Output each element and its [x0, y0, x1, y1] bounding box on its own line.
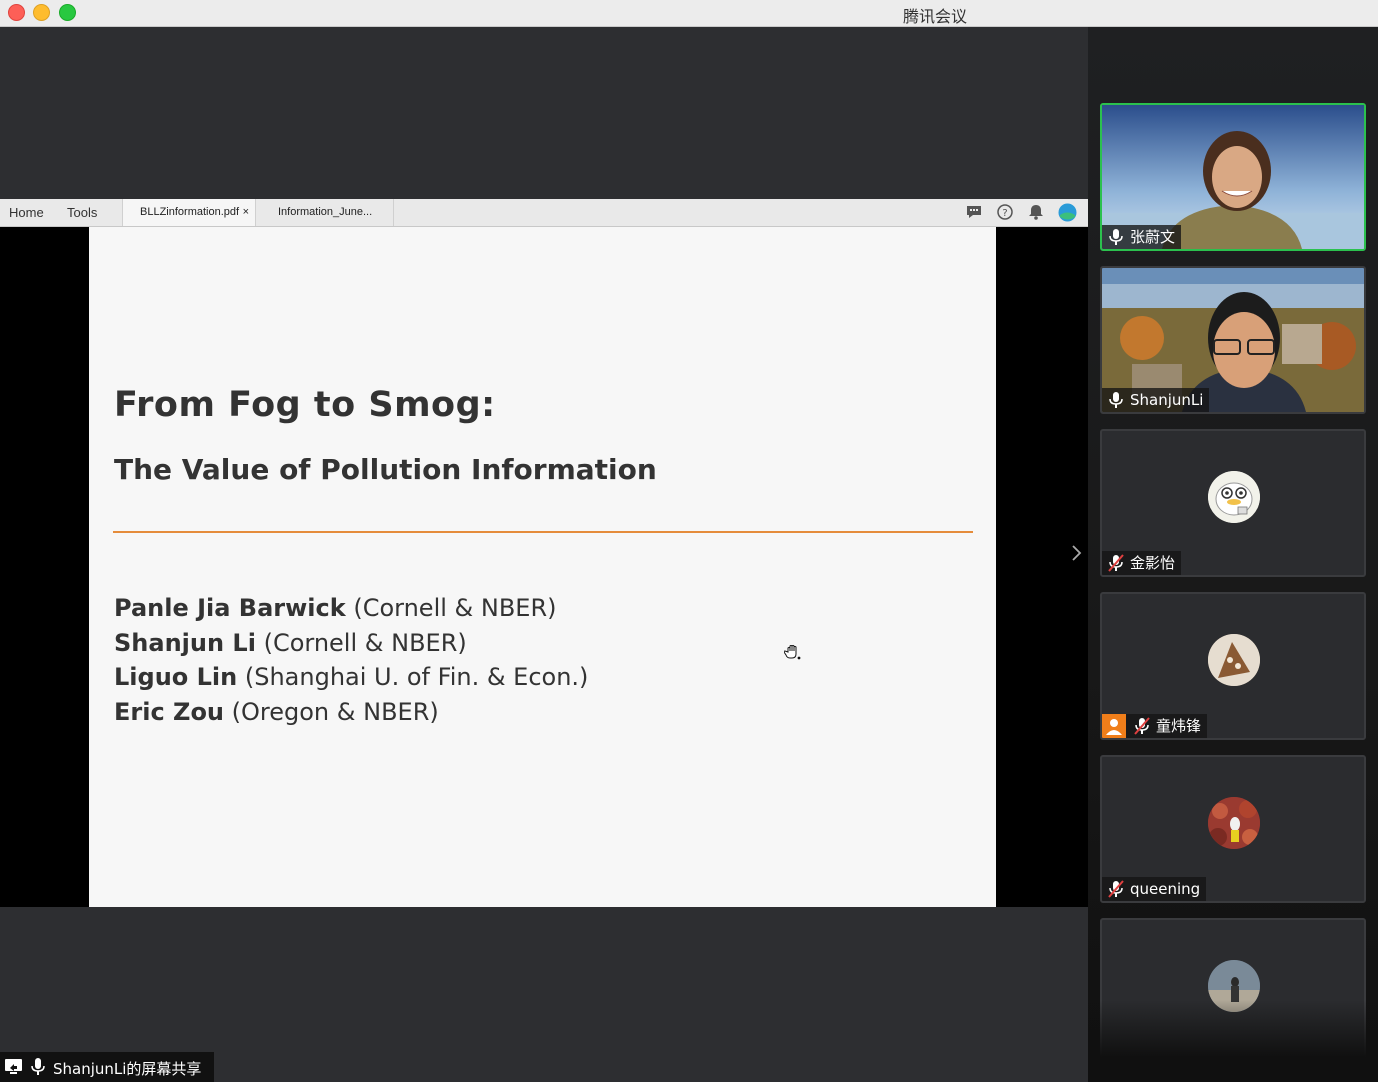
close-tab-icon[interactable]: ×	[243, 199, 249, 226]
participant-name: 童炜锋	[1156, 717, 1202, 735]
participant-name-bar: 张蔚文	[1102, 225, 1182, 249]
microphone-icon	[31, 1058, 45, 1075]
participant-video-tile[interactable]: 张蔚文	[1100, 103, 1366, 251]
acrobat-home-tab[interactable]: Home	[9, 205, 44, 220]
author-line: Shanjun Li (Cornell & NBER)	[114, 628, 467, 657]
cartoon-duck-avatar-icon	[1208, 471, 1260, 523]
host-badge-icon	[1102, 714, 1126, 738]
notification-bell-icon[interactable]	[1027, 203, 1045, 221]
participant-video-tile[interactable]: 童炜锋	[1100, 592, 1366, 740]
presentation-slide: From Fog to Smog: The Value of Pollution…	[89, 227, 996, 907]
participant-name-bar: 童炜锋	[1102, 714, 1208, 738]
account-avatar-icon[interactable]	[1058, 203, 1077, 222]
svg-text:?: ?	[1002, 208, 1007, 219]
participant-name-bar: queening	[1102, 877, 1207, 901]
participant-video-tile[interactable]: 金影怡	[1100, 429, 1366, 577]
slide-subtitle: The Value of Pollution Information	[114, 453, 657, 486]
slide-title: From Fog to Smog:	[114, 385, 496, 425]
screen-share-status[interactable]: ShanjunLi的屏幕共享	[0, 1052, 214, 1082]
avatar	[1208, 634, 1260, 686]
author-line: Liguo Lin (Shanghai U. of Fin. & Econ.)	[114, 663, 589, 691]
participant-video-tile[interactable]: ShanjunLi	[1100, 266, 1366, 414]
acrobat-tools-tab[interactable]: Tools	[67, 205, 97, 220]
title-divider	[113, 531, 973, 533]
help-icon[interactable]: ?	[996, 203, 1014, 221]
author-line: Panle Jia Barwick (Cornell & NBER)	[114, 594, 557, 622]
expand-sidebar-chevron-icon[interactable]	[1068, 543, 1084, 563]
document-tab-bllz[interactable]: BLLZinformation.pdf ×	[122, 199, 256, 226]
avatar	[1208, 797, 1260, 849]
hand-cursor-icon	[784, 645, 801, 660]
photo-avatar-icon	[1208, 634, 1260, 686]
participant-name: 张蔚文	[1130, 228, 1176, 246]
microphone-icon	[1109, 229, 1123, 245]
author-line: Eric Zou (Oregon & NBER)	[114, 697, 439, 726]
participant-name: 金影怡	[1130, 554, 1176, 572]
photo-avatar-icon	[1208, 797, 1260, 849]
document-tab-information[interactable]: Information_June...	[258, 199, 394, 226]
microphone-icon	[1109, 392, 1123, 408]
muted-microphone-icon	[1108, 880, 1124, 898]
participant-name-bar: ShanjunLi	[1102, 388, 1210, 412]
document-tab-label: Information_June...	[278, 206, 373, 218]
document-tab-label: BLLZinformation.pdf	[140, 206, 240, 218]
screen-share-label: ShanjunLi的屏幕共享	[53, 1060, 202, 1078]
window-titlebar: 腾讯会议	[0, 0, 1378, 27]
app-title: 腾讯会议	[902, 7, 967, 26]
participant-name: queening	[1130, 880, 1201, 898]
screen-share-icon	[5, 1059, 22, 1074]
sidebar-bottom-fade	[1088, 1000, 1378, 1082]
participant-name: ShanjunLi	[1130, 391, 1204, 409]
muted-microphone-icon	[1134, 717, 1150, 735]
author-list: Panle Jia Barwick (Cornell & NBER) Shanj…	[114, 591, 588, 729]
avatar	[1208, 471, 1260, 523]
participant-name-bar: 金影怡	[1102, 551, 1182, 575]
comment-icon[interactable]	[965, 203, 983, 221]
acrobat-toolbar: Home Tools BLLZinformation.pdf × Informa…	[0, 199, 1088, 227]
muted-microphone-icon	[1108, 554, 1124, 572]
participant-video-tile[interactable]: queening	[1100, 755, 1366, 903]
